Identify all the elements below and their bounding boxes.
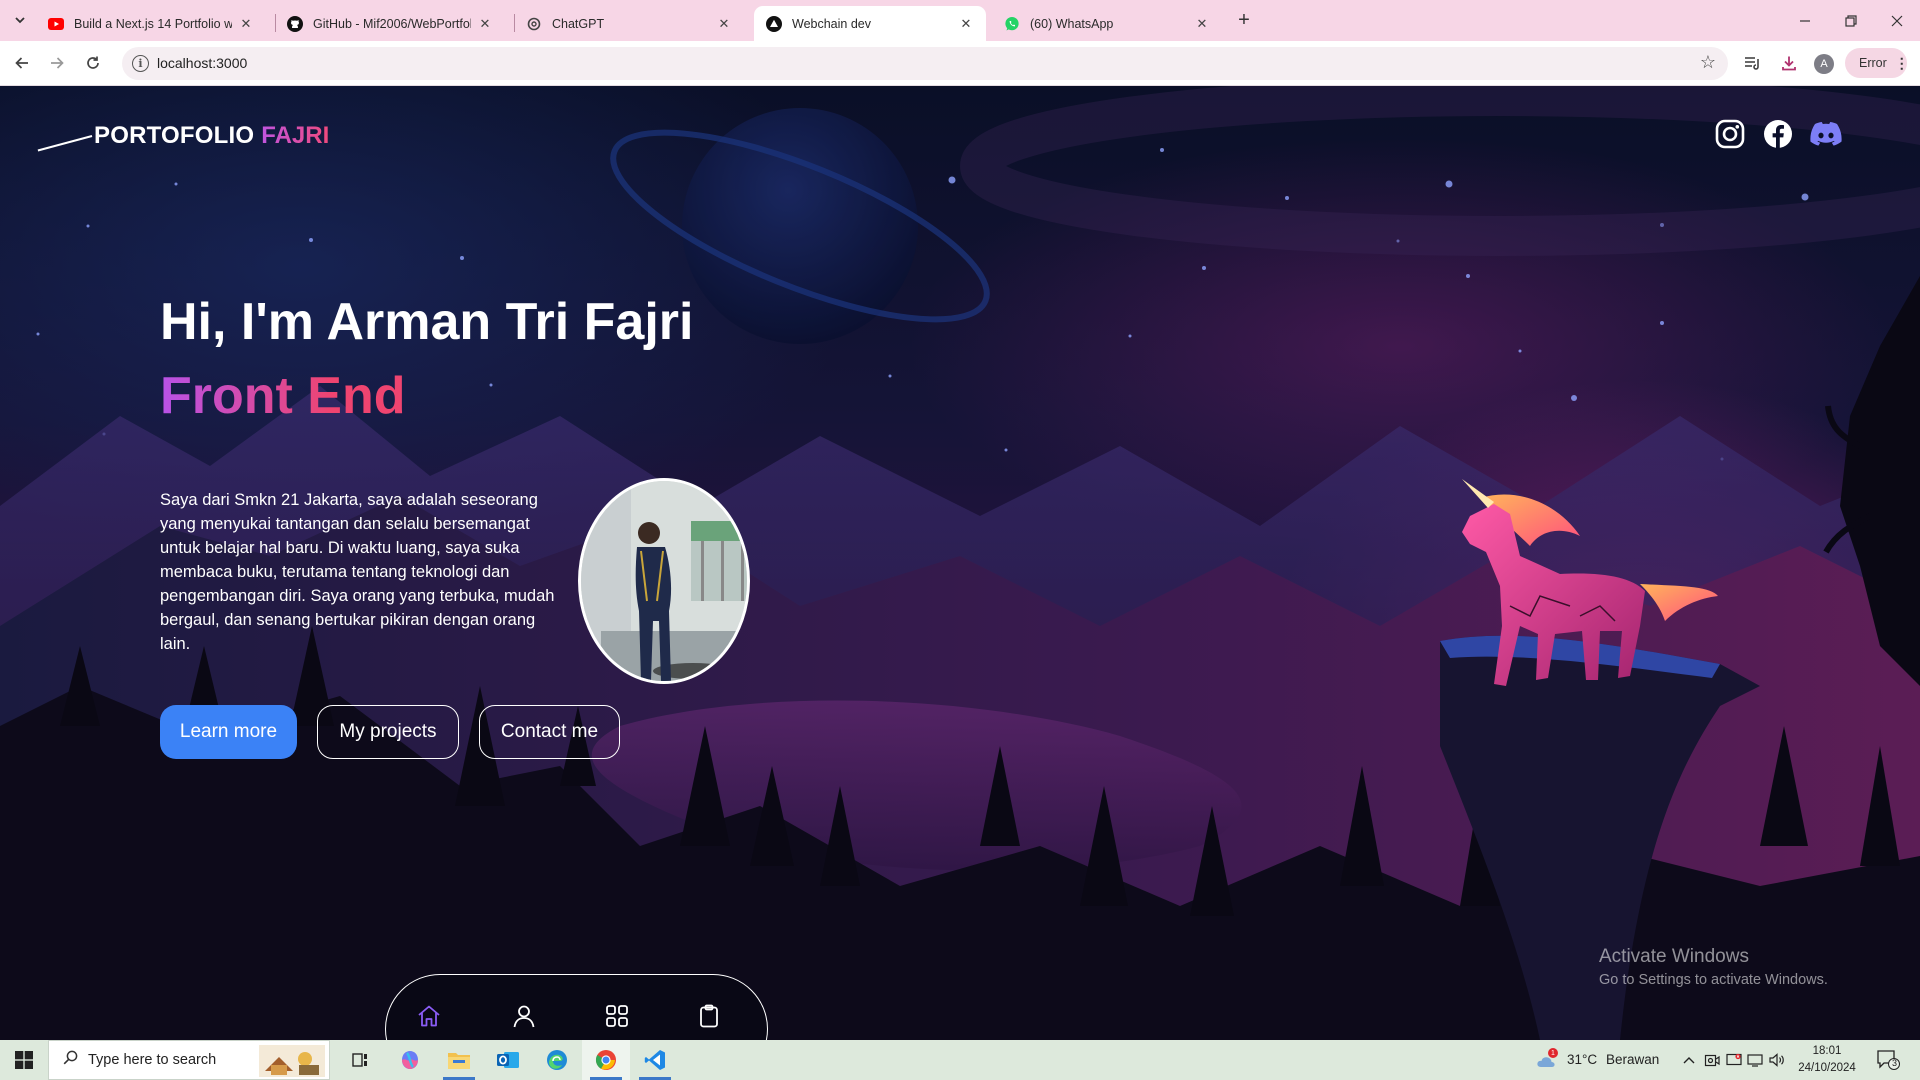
clock-time: 18:01 — [1812, 1045, 1842, 1057]
profile-photo — [578, 478, 750, 684]
tab-title: GitHub - Mif2006/WebPortfolio — [313, 16, 471, 31]
logo-comet-line — [37, 135, 93, 152]
media-control-icon[interactable] — [1740, 50, 1766, 76]
chatgpt-icon — [526, 16, 542, 32]
grid-icon[interactable] — [602, 1001, 632, 1031]
tab-close-button[interactable]: ✕ — [238, 16, 254, 32]
watermark-subtitle: Go to Settings to activate Windows. — [1599, 972, 1828, 988]
profile-avatar[interactable]: A — [1814, 54, 1834, 74]
search-placeholder: Type here to search — [88, 1052, 217, 1068]
windows-start-icon[interactable] — [0, 1040, 48, 1080]
file-explorer-icon[interactable] — [435, 1040, 483, 1080]
back-icon[interactable] — [8, 49, 36, 77]
chrome-icon[interactable] — [582, 1040, 630, 1080]
tab-close-button[interactable]: ✕ — [477, 16, 493, 32]
task-view-icon[interactable] — [336, 1040, 384, 1080]
close-window-icon[interactable] — [1874, 0, 1920, 41]
contact-me-button[interactable]: Contact me — [479, 705, 620, 759]
portfolio-page: PORTOFOLIO FAJRI Hi, I'm Arman Tri Fajri… — [0, 86, 1920, 1040]
error-label: Error — [1859, 56, 1887, 70]
tab-close-button[interactable]: ✕ — [716, 16, 732, 32]
browser-tab-webchain[interactable]: Webchain dev ✕ — [754, 6, 986, 41]
vercel-icon — [766, 15, 782, 32]
clock-date: 24/10/2024 — [1798, 1062, 1856, 1074]
search-highlight-illustration — [259, 1045, 325, 1077]
clipboard-icon[interactable] — [694, 1001, 724, 1031]
more-menu-icon[interactable]: ⋮ — [1895, 55, 1909, 72]
network-icon[interactable] — [1746, 1051, 1764, 1069]
url-text: localhost:3000 — [157, 55, 248, 71]
system-clock[interactable]: 18:01 24/10/2024 — [1790, 1043, 1864, 1077]
home-icon[interactable] — [414, 1001, 444, 1031]
browser-tab-github[interactable]: GitHub - Mif2006/WebPortfolio ✕ — [275, 6, 505, 41]
activate-windows-watermark: Activate Windows Go to Settings to activ… — [1599, 946, 1828, 988]
minimize-icon[interactable] — [1782, 0, 1828, 41]
tab-title: Webchain dev — [792, 16, 871, 31]
discord-icon[interactable] — [1810, 118, 1842, 150]
taskbar-search-box[interactable]: Type here to search — [48, 1040, 330, 1080]
notification-count: 3 — [1891, 1058, 1897, 1068]
browser-error-button[interactable]: Error ⋮ — [1845, 48, 1909, 78]
tab-title: ChatGPT — [552, 16, 605, 31]
logo-main-text: PORTOFOLIO — [94, 122, 255, 149]
tab-search-chevron-icon[interactable] — [8, 8, 32, 32]
user-icon[interactable] — [509, 1001, 539, 1031]
github-icon — [287, 15, 303, 32]
outlook-icon[interactable] — [484, 1040, 532, 1080]
browser-tab-strip: Build a Next.js 14 Portfolio web ✕ GitHu… — [0, 0, 1920, 41]
chevron-up-icon[interactable] — [1680, 1051, 1698, 1069]
tab-close-button[interactable]: ✕ — [1194, 16, 1210, 32]
windows-taskbar: Type here to search 1 31°C Berawan 18:01… — [0, 1040, 1920, 1080]
facebook-icon[interactable] — [1762, 118, 1794, 150]
tab-title: Build a Next.js 14 Portfolio web — [74, 16, 232, 31]
bottom-nav-dock — [385, 974, 768, 1040]
meet-now-icon[interactable] — [1703, 1051, 1721, 1069]
security-center-icon[interactable] — [1725, 1051, 1743, 1069]
vscode-icon[interactable] — [631, 1040, 679, 1080]
reload-icon[interactable] — [79, 49, 107, 77]
site-info-icon[interactable]: i — [132, 55, 149, 72]
whatsapp-icon — [1004, 16, 1020, 32]
copilot-icon[interactable] — [386, 1040, 434, 1080]
weather-temperature[interactable]: 31°C — [1567, 1052, 1597, 1067]
bookmark-star-icon[interactable]: ☆ — [1700, 52, 1716, 73]
weather-alert-badge: 1 — [1548, 1048, 1558, 1058]
weather-condition[interactable]: Berawan — [1606, 1052, 1659, 1067]
browser-tab-chatgpt[interactable]: ChatGPT ✕ — [514, 6, 744, 41]
volume-icon[interactable] — [1768, 1051, 1786, 1069]
youtube-icon — [48, 16, 64, 32]
site-logo[interactable]: PORTOFOLIO FAJRI — [36, 122, 330, 152]
my-projects-button[interactable]: My projects — [317, 705, 459, 759]
hero-bio: Saya dari Smkn 21 Jakarta, saya adalah s… — [160, 491, 555, 653]
download-icon[interactable] — [1776, 50, 1802, 76]
browser-tab-youtube[interactable]: Build a Next.js 14 Portfolio web ✕ — [36, 6, 266, 41]
address-bar[interactable]: i localhost:3000 ☆ — [122, 47, 1728, 80]
edge-icon[interactable] — [533, 1040, 581, 1080]
logo-accent-text: FAJRI — [261, 122, 330, 149]
new-tab-button[interactable]: + — [1232, 8, 1256, 32]
forward-icon[interactable] — [43, 49, 71, 77]
instagram-icon[interactable] — [1714, 118, 1746, 150]
browser-toolbar: i localhost:3000 ☆ A Error ⋮ — [0, 41, 1920, 86]
tab-close-button[interactable]: ✕ — [958, 16, 974, 32]
notification-center-icon[interactable]: 3 — [1876, 1049, 1900, 1071]
restore-icon[interactable] — [1828, 0, 1874, 41]
learn-more-button[interactable]: Learn more — [160, 705, 297, 759]
tab-title: (60) WhatsApp — [1030, 16, 1114, 31]
watermark-title: Activate Windows — [1599, 946, 1749, 967]
search-icon — [63, 1050, 78, 1070]
hero-role: Front End — [160, 367, 406, 425]
hero-greeting: Hi, I'm Arman Tri Fajri — [160, 293, 694, 351]
browser-tab-whatsapp[interactable]: (60) WhatsApp ✕ — [992, 6, 1222, 41]
